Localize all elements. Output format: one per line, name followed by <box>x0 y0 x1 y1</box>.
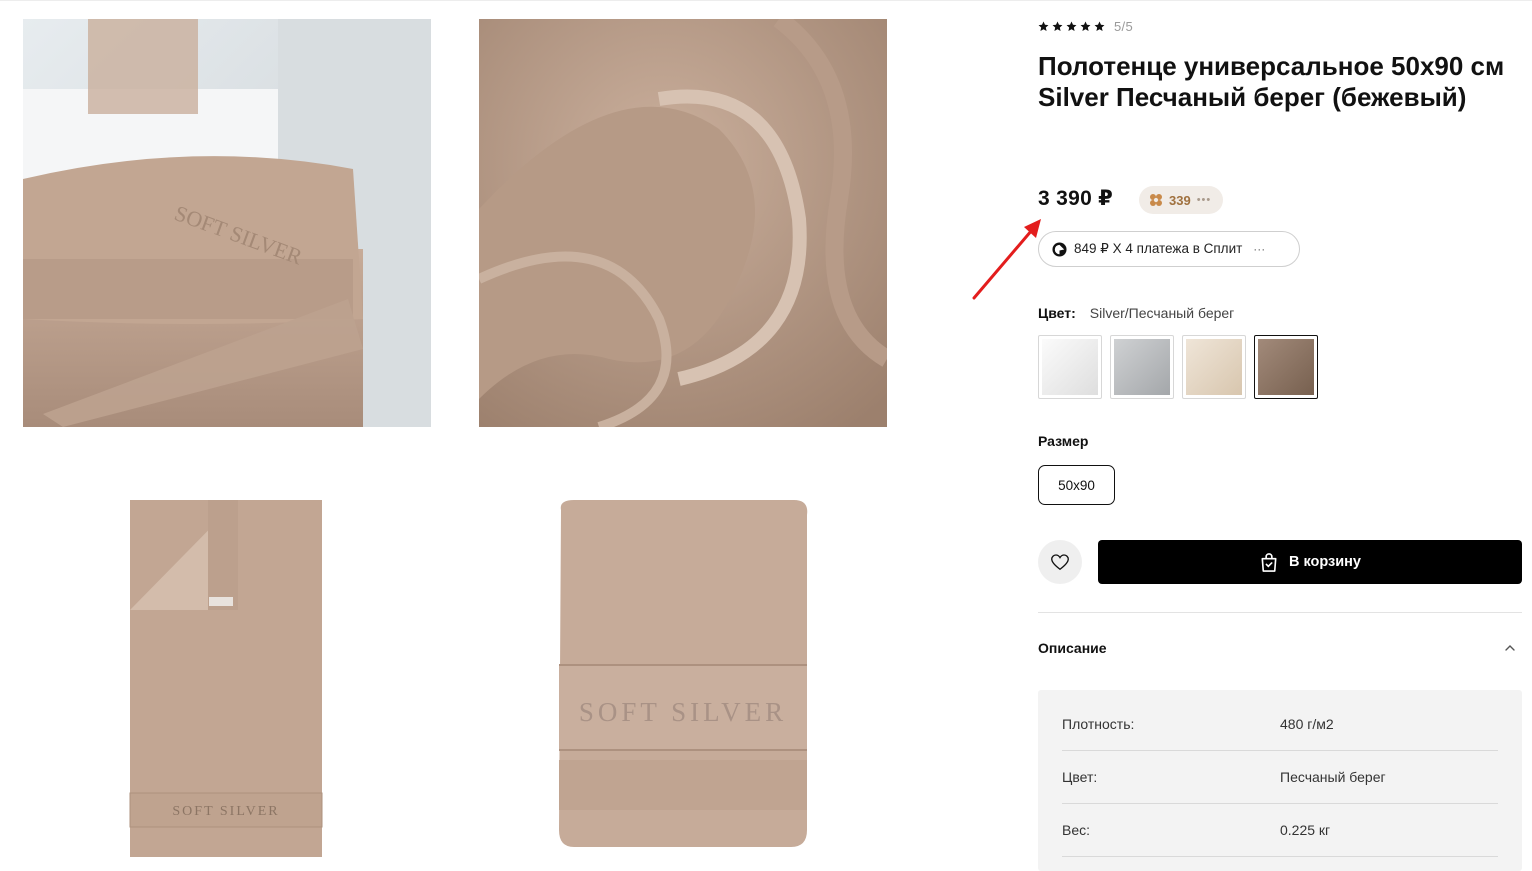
bonus-value: 339 <box>1169 192 1191 208</box>
favorite-button[interactable] <box>1038 540 1082 584</box>
spec-row: Плотность: 480 г/м2 <box>1062 698 1498 751</box>
more-icon: ••• <box>1196 194 1212 206</box>
split-icon <box>1052 241 1067 257</box>
spec-row: Цвет: Песчаный берег <box>1062 751 1498 804</box>
top-divider <box>0 0 1532 1</box>
product-title: Полотенце универсальное 50x90 см Silver … <box>1038 51 1505 112</box>
star-icon <box>1066 21 1077 31</box>
photo-3-logo: SOFT SILVER <box>172 804 279 819</box>
rating: 5/5 <box>1038 19 1133 34</box>
divider <box>1038 612 1522 613</box>
chevron-up-icon[interactable] <box>1503 641 1517 655</box>
product-photo-4[interactable]: SOFT SILVER <box>479 475 887 871</box>
swatch-white[interactable] <box>1038 335 1102 399</box>
color-row: Цвет: Silver/Песчаный берег <box>1038 305 1234 321</box>
more-icon: ··· <box>1253 242 1266 256</box>
spec-key: Вес: <box>1062 822 1091 838</box>
heart-icon <box>1051 553 1069 570</box>
annotation-arrow-icon <box>972 219 1041 300</box>
spec-value: Песчаный берег <box>1280 769 1386 785</box>
swatch-sand[interactable] <box>1254 335 1318 399</box>
size-option-50x90[interactable]: 50x90 <box>1038 465 1115 505</box>
product-photo-2[interactable] <box>479 19 887 427</box>
description-toggle[interactable]: Описание <box>1038 640 1107 656</box>
color-swatches <box>1038 335 1318 399</box>
star-icon <box>1080 21 1091 31</box>
size-label: Размер <box>1038 433 1089 449</box>
spec-value: 480 г/м2 <box>1280 716 1334 732</box>
star-icon <box>1094 21 1105 31</box>
color-value: Silver/Песчаный берег <box>1089 305 1235 321</box>
product-photo-3[interactable]: SOFT SILVER <box>23 475 431 871</box>
spec-row: Вес: 0.225 кг <box>1062 804 1498 857</box>
spec-key: Цвет: <box>1062 769 1098 785</box>
swatch-grey[interactable] <box>1110 335 1174 399</box>
split-text: 849 ₽ X 4 платежа в Сплит <box>1074 241 1243 256</box>
bonus-badge[interactable]: 339 ••• <box>1139 186 1224 214</box>
star-icon <box>1052 21 1063 31</box>
star-icon <box>1038 21 1049 31</box>
photo-4-logo: SOFT SILVER <box>579 697 787 727</box>
color-label: Цвет: <box>1038 305 1076 321</box>
spec-value: 0.225 кг <box>1280 822 1331 838</box>
split-payment-button[interactable]: 849 ₽ X 4 платежа в Сплит ··· <box>1038 231 1300 267</box>
bonus-icon <box>1150 194 1162 206</box>
spec-key: Плотность: <box>1062 716 1135 732</box>
product-photo-1[interactable]: SOFT SILVER <box>23 19 431 427</box>
swatch-cream[interactable] <box>1182 335 1246 399</box>
shopping-bag-icon <box>1261 552 1277 572</box>
add-to-cart-label: В корзину <box>1288 554 1362 570</box>
price: 3 390 ₽ <box>1038 187 1114 210</box>
rating-text[interactable]: 5/5 <box>1114 19 1133 34</box>
add-to-cart-button[interactable]: В корзину <box>1098 540 1522 584</box>
specifications-panel: Плотность: 480 г/м2 Цвет: Песчаный берег… <box>1038 690 1522 871</box>
